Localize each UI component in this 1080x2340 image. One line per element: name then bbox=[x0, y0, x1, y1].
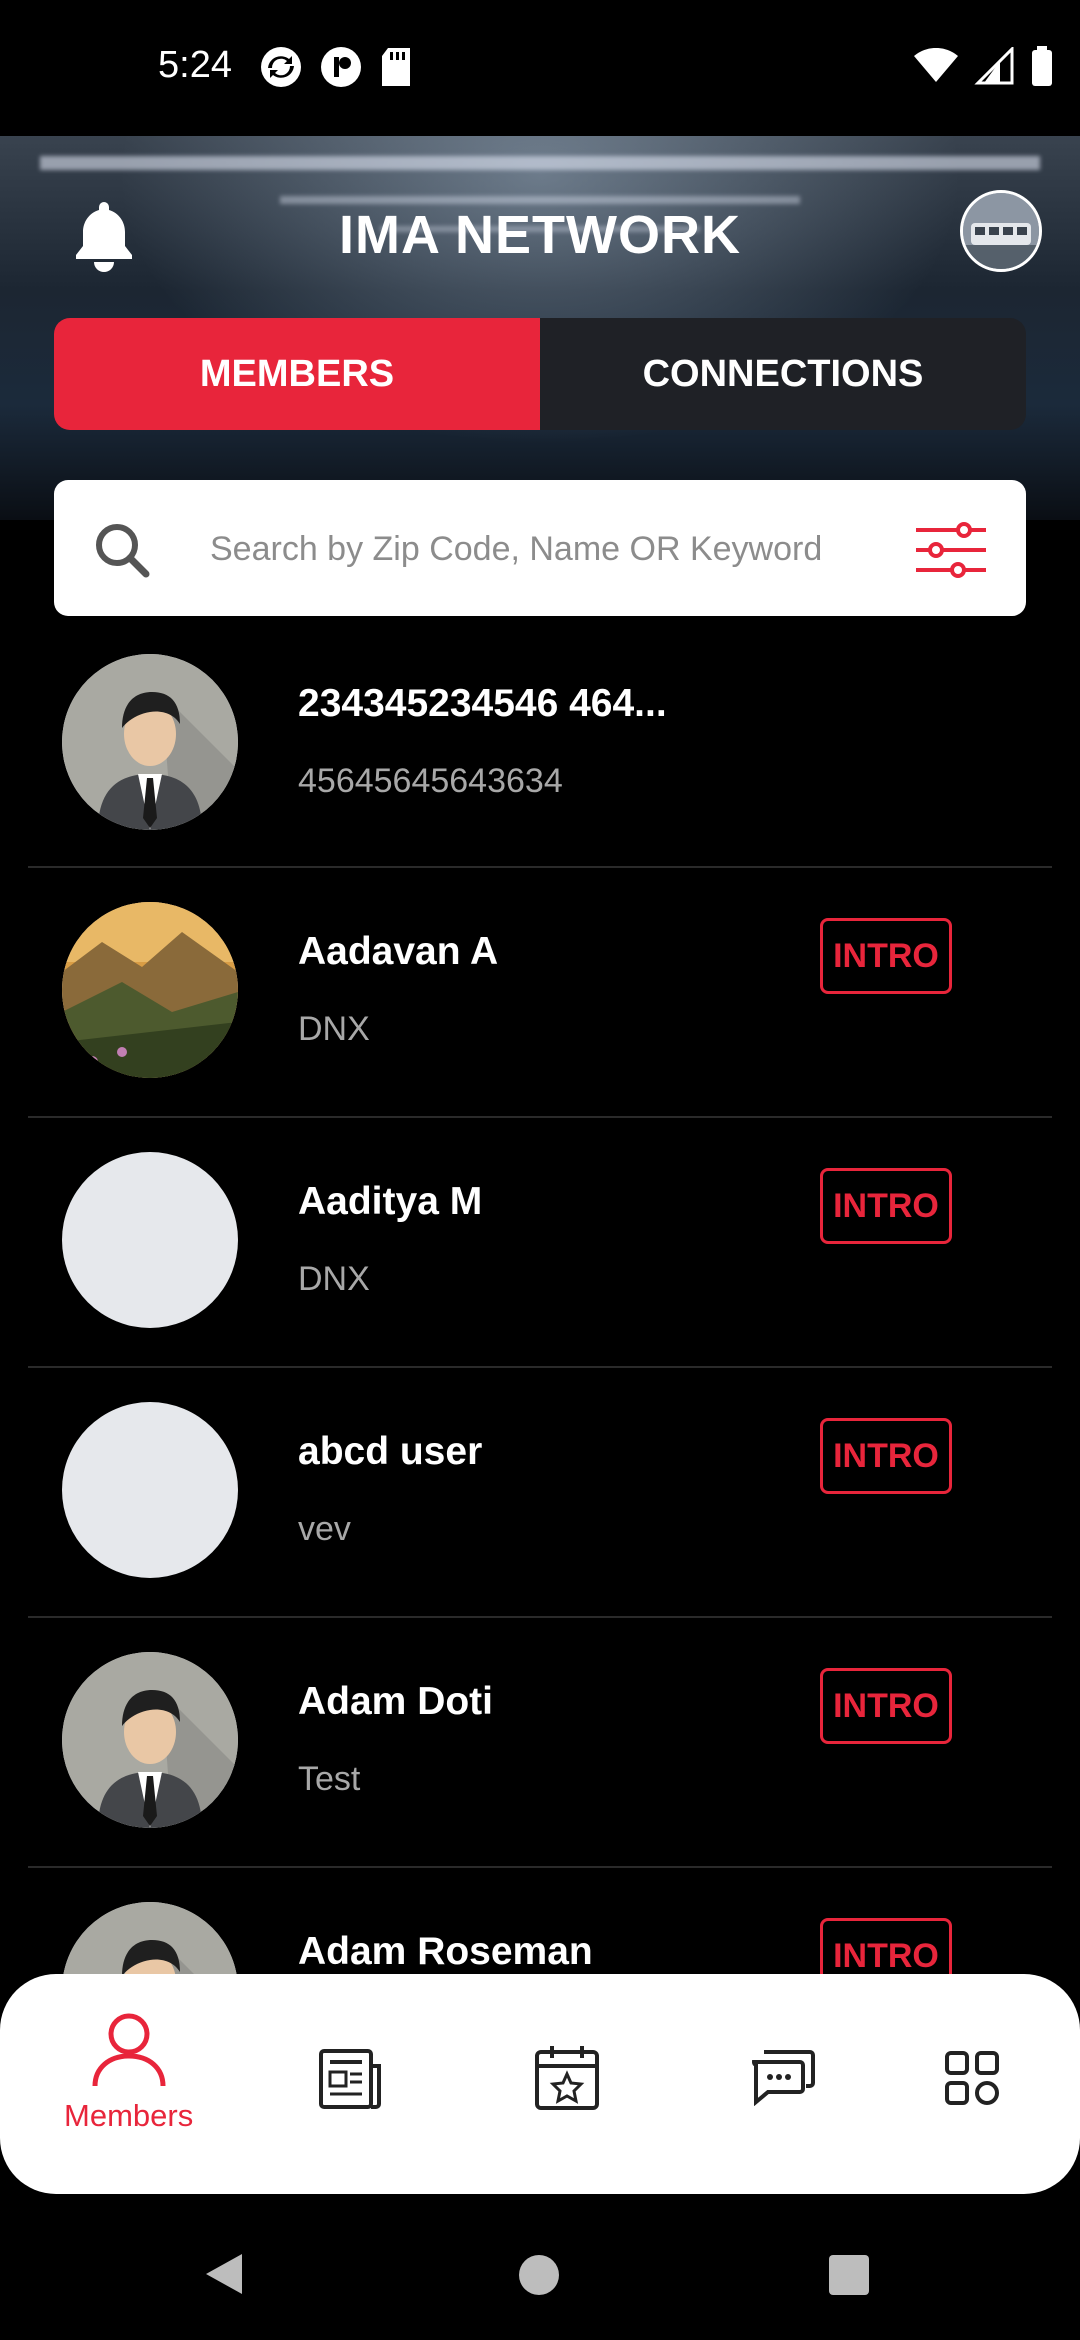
nav-news[interactable] bbox=[318, 2048, 384, 2110]
battery-icon bbox=[1032, 46, 1052, 86]
wifi-icon bbox=[914, 48, 958, 82]
filter-icon[interactable] bbox=[914, 522, 988, 578]
member-row[interactable]: abcd user vev INTRO bbox=[28, 1368, 1052, 1618]
train-photo-icon bbox=[963, 193, 1039, 269]
member-avatar-placeholder bbox=[62, 1152, 238, 1328]
member-avatar bbox=[62, 654, 238, 830]
intro-button[interactable]: INTRO bbox=[820, 1418, 952, 1494]
search-icon bbox=[96, 524, 150, 578]
app-title: IMA NETWORK bbox=[339, 205, 741, 265]
sd-card-icon bbox=[382, 48, 410, 86]
chat-icon bbox=[752, 2050, 815, 2106]
default-person-icon bbox=[62, 1652, 238, 1828]
member-row[interactable]: Aaditya M DNX INTRO bbox=[28, 1118, 1052, 1368]
member-list: 234345234546 464... 45645645643634 Aadav… bbox=[28, 620, 1052, 2118]
more-grid-icon bbox=[945, 2051, 999, 2105]
system-navigation-bar bbox=[0, 2194, 1080, 2340]
intro-button[interactable]: INTRO bbox=[820, 1168, 952, 1244]
member-subtitle: Test bbox=[298, 1760, 361, 1798]
member-name: 234345234546 464... bbox=[298, 682, 667, 725]
member-name: abcd user bbox=[298, 1430, 483, 1473]
tab-connections[interactable]: CONNECTIONS bbox=[540, 318, 1026, 430]
status-time: 5:24 bbox=[158, 44, 232, 86]
member-row[interactable]: Adam Doti Test INTRO bbox=[28, 1618, 1052, 1868]
member-avatar bbox=[62, 902, 238, 1078]
nav-chat[interactable] bbox=[750, 2048, 816, 2106]
profile-avatar[interactable] bbox=[960, 190, 1042, 272]
intro-button[interactable]: INTRO bbox=[820, 1668, 952, 1744]
member-name: Aaditya M bbox=[298, 1180, 483, 1223]
nav-members[interactable]: Members bbox=[64, 2010, 193, 2134]
member-name: Adam Doti bbox=[298, 1680, 493, 1723]
member-row[interactable]: Aadavan A DNX INTRO bbox=[28, 868, 1052, 1118]
member-subtitle: vev bbox=[298, 1510, 351, 1548]
status-notification-icons bbox=[260, 46, 412, 88]
home-icon[interactable] bbox=[518, 2254, 560, 2296]
back-icon[interactable] bbox=[204, 2252, 244, 2296]
landscape-photo-icon bbox=[62, 902, 238, 1078]
search-input[interactable] bbox=[208, 520, 892, 578]
member-subtitle: 45645645643634 bbox=[298, 762, 563, 800]
member-subtitle: DNX bbox=[298, 1260, 370, 1298]
app-notification-icon bbox=[321, 47, 361, 87]
search-bar bbox=[54, 480, 1026, 616]
member-subtitle: DNX bbox=[298, 1010, 370, 1048]
member-avatar bbox=[62, 1652, 238, 1828]
members-icon bbox=[92, 2013, 166, 2087]
bottom-navigation: Members bbox=[0, 1974, 1080, 2194]
default-person-icon bbox=[62, 654, 238, 830]
signal-icon bbox=[974, 47, 1014, 85]
nav-more[interactable] bbox=[944, 2050, 1000, 2106]
nav-members-label: Members bbox=[64, 2098, 194, 2133]
nav-events[interactable] bbox=[534, 2044, 600, 2112]
events-icon bbox=[535, 2046, 599, 2110]
member-row[interactable]: 234345234546 464... 45645645643634 bbox=[28, 620, 1052, 868]
member-name: Adam Roseman bbox=[298, 1930, 593, 1973]
tab-members[interactable]: MEMBERS bbox=[54, 318, 540, 430]
intro-button[interactable]: INTRO bbox=[820, 918, 952, 994]
news-icon bbox=[319, 2049, 381, 2109]
segment-tabs: MEMBERS CONNECTIONS bbox=[54, 318, 1026, 430]
member-avatar-placeholder bbox=[62, 1402, 238, 1578]
sync-icon bbox=[261, 47, 301, 87]
member-name: Aadavan A bbox=[298, 930, 499, 973]
status-system-icons bbox=[914, 46, 1054, 86]
recents-icon[interactable] bbox=[828, 2254, 870, 2296]
status-bar: 5:24 bbox=[0, 0, 1080, 136]
